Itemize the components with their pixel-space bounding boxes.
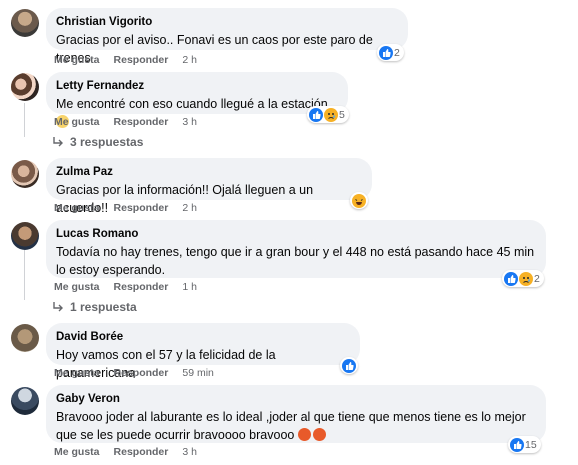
timestamp[interactable]: 3 h — [182, 446, 197, 458]
comment-actions: Me gusta Responder 2 h — [54, 202, 197, 214]
like-button[interactable]: Me gusta — [54, 54, 100, 66]
like-icon — [504, 271, 518, 286]
reaction-summary[interactable]: 15 — [508, 436, 541, 453]
reply-button[interactable]: Responder — [114, 116, 169, 128]
reaction-summary[interactable]: 2 — [377, 44, 404, 61]
comment-actions: Me gusta Responder 59 min — [54, 367, 214, 379]
comment-bubble: Zulma Paz Gracias por la información!! O… — [46, 158, 372, 215]
avatar[interactable] — [11, 387, 39, 415]
timestamp[interactable]: 59 min — [182, 367, 214, 379]
comment-text: Bravooo joder al laburante es lo ideal ,… — [56, 408, 536, 444]
avatar[interactable] — [11, 73, 39, 101]
reply-button[interactable]: Responder — [114, 446, 169, 458]
reaction-summary[interactable]: 2 — [502, 270, 544, 287]
comment-author[interactable]: Christian Vigorito — [56, 15, 398, 29]
comment-text-content: Bravooo joder al laburante es lo ideal ,… — [56, 410, 526, 442]
comment-text-content: Me encontré con eso cuando llegué a la e… — [56, 97, 328, 111]
replies-count: 3 respuestas — [70, 135, 144, 149]
thread-line — [24, 103, 25, 137]
comment-actions: Me gusta Responder 3 h — [54, 116, 197, 128]
comment-bubble: Christian Vigorito Gracias por el aviso.… — [46, 8, 408, 65]
reaction-summary[interactable] — [350, 192, 368, 209]
like-button[interactable]: Me gusta — [54, 367, 100, 379]
avatar[interactable] — [11, 9, 39, 37]
view-replies-link[interactable]: 1 respuesta — [52, 300, 137, 314]
comment-author[interactable]: David Borée — [56, 330, 350, 344]
like-button[interactable]: Me gusta — [54, 281, 100, 293]
comment-author[interactable]: Lucas Romano — [56, 227, 536, 241]
reply-button[interactable]: Responder — [114, 54, 169, 66]
comment-actions: Me gusta Responder 1 h — [54, 281, 197, 293]
like-button[interactable]: Me gusta — [54, 202, 100, 214]
reaction-count: 2 — [534, 272, 540, 285]
reply-button[interactable]: Responder — [114, 367, 169, 379]
like-button[interactable]: Me gusta — [54, 116, 100, 128]
avatar[interactable] — [11, 324, 39, 352]
reaction-summary[interactable] — [340, 357, 358, 374]
comment-bubble: Letty Fernandez Me encontré con eso cuan… — [46, 72, 348, 128]
timestamp[interactable]: 2 h — [182, 54, 197, 66]
comment-bubble: Gaby Veron Bravooo joder al laburante es… — [46, 385, 546, 443]
comment-author[interactable]: Zulma Paz — [56, 165, 362, 179]
like-icon — [510, 437, 524, 452]
timestamp[interactable]: 3 h — [182, 116, 197, 128]
reaction-summary[interactable]: 5 — [307, 106, 349, 123]
reaction-count: 15 — [525, 438, 537, 451]
reaction-count: 2 — [394, 46, 400, 59]
comment-actions: Me gusta Responder 3 h — [54, 446, 197, 458]
reply-arrow-icon — [53, 137, 63, 147]
sad-icon — [519, 271, 533, 286]
comment-author[interactable]: Letty Fernandez — [56, 79, 338, 93]
comment-bubble: Lucas Romano Todavía no hay trenes, teng… — [46, 220, 546, 278]
comment-author[interactable]: Gaby Veron — [56, 392, 536, 406]
avatar[interactable] — [11, 222, 39, 250]
comment-text: Todavía no hay trenes, tengo que ir a gr… — [56, 245, 535, 277]
laughing-icon — [352, 193, 366, 208]
comment-bubble: David Borée Hoy vamos con el 57 y la fel… — [46, 323, 360, 380]
timestamp[interactable]: 1 h — [182, 281, 197, 293]
angry-emoji-icon — [297, 428, 311, 441]
sad-icon — [324, 107, 338, 122]
timestamp[interactable]: 2 h — [182, 202, 197, 214]
thread-line — [24, 250, 25, 300]
reply-button[interactable]: Responder — [114, 202, 169, 214]
replies-count: 1 respuesta — [70, 300, 137, 314]
like-icon — [342, 358, 356, 373]
avatar[interactable] — [11, 160, 39, 188]
like-button[interactable]: Me gusta — [54, 446, 100, 458]
view-replies-link[interactable]: 3 respuestas — [52, 135, 143, 149]
like-icon — [309, 107, 323, 122]
angry-emoji-icon — [312, 428, 326, 441]
comment-actions: Me gusta Responder 2 h — [54, 54, 197, 66]
reply-arrow-icon — [53, 302, 63, 312]
reply-button[interactable]: Responder — [114, 281, 169, 293]
reaction-count: 5 — [339, 108, 345, 121]
like-icon — [379, 45, 393, 60]
